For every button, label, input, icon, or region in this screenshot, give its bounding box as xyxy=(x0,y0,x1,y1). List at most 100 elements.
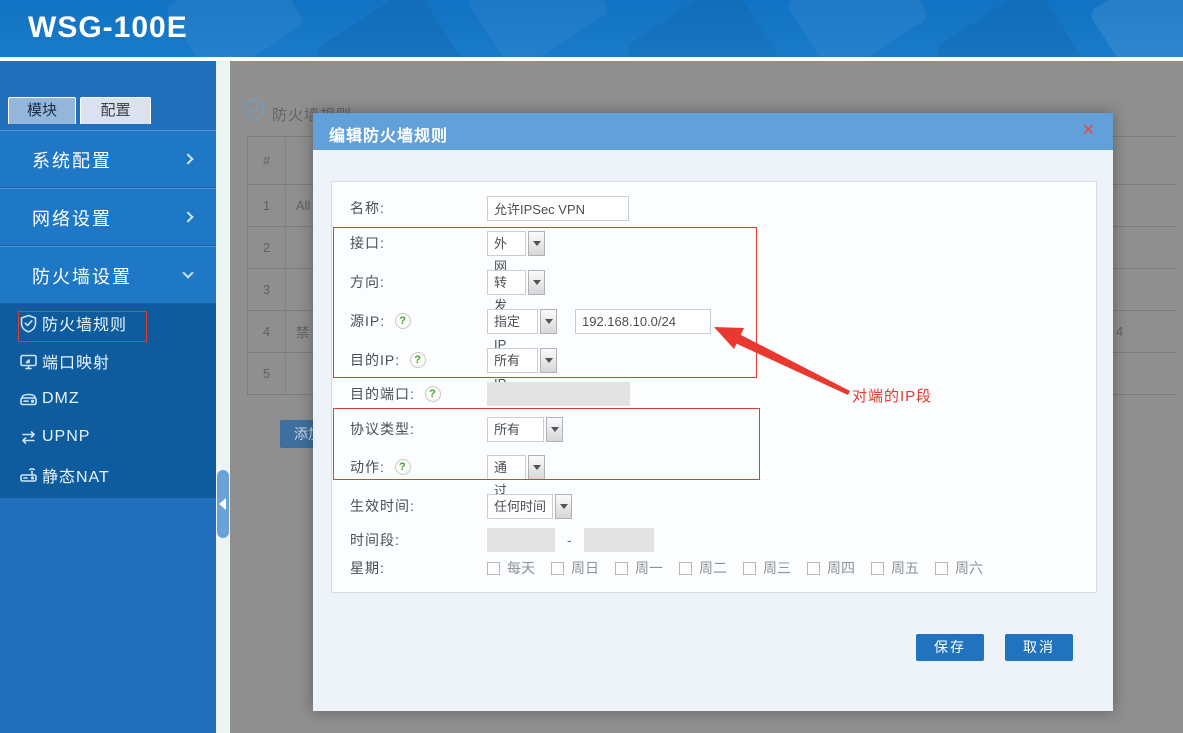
field-row-weekdays: 星期: 每天 周日 周一 周二 周三 周四 周五 周六 xyxy=(350,555,999,581)
sidebar-submenu: 防火墙规则 端口映射 DMZ xyxy=(0,304,216,498)
field-row-direction: 方向: 转发 xyxy=(350,269,545,295)
sidebar-section-system-config[interactable]: 系统配置 xyxy=(0,130,216,188)
tab-modules[interactable]: 模块 xyxy=(8,97,76,124)
help-icon[interactable]: ? xyxy=(425,386,441,402)
row-number: 5 xyxy=(248,353,286,394)
weekday-label: 周三 xyxy=(763,558,791,578)
close-icon[interactable]: ✕ xyxy=(1082,122,1095,140)
field-row-source-ip: 源IP: ? 指定IP xyxy=(350,308,711,334)
weekday-label: 周六 xyxy=(955,558,983,578)
protocol-select[interactable]: 所有 xyxy=(487,417,563,442)
sidebar-item-port-mapping[interactable]: 端口映射 xyxy=(0,342,216,380)
header-decoration xyxy=(465,0,610,59)
checkbox-icon xyxy=(743,562,756,575)
chevron-down-icon xyxy=(182,267,193,278)
sidebar-section-network-settings[interactable]: 网络设置 xyxy=(0,188,216,246)
tab-config[interactable]: 配置 xyxy=(80,97,151,124)
weekday-checkbox-sunday: 周日 xyxy=(551,558,599,578)
rule-name: 禁 xyxy=(296,311,309,352)
table-header-number: # xyxy=(248,137,286,184)
action-select[interactable]: 通过 xyxy=(487,455,545,480)
app-logo: WSG-100E xyxy=(28,11,188,45)
dropdown-arrow-icon xyxy=(546,417,563,442)
field-label: 方向: xyxy=(350,272,487,292)
dest-port-input xyxy=(487,382,630,406)
field-row-protocol: 协议类型: 所有 xyxy=(350,416,563,442)
field-row-dest-port: 目的端口: ? xyxy=(350,381,630,407)
chevron-right-icon xyxy=(182,153,193,164)
field-label: 源IP: ? xyxy=(350,311,487,331)
field-label: 协议类型: xyxy=(350,419,487,439)
cancel-button[interactable]: 取消 xyxy=(1005,634,1073,661)
device-icon xyxy=(19,390,38,409)
field-row-effective-time: 生效时间: 任何时间 xyxy=(350,493,572,519)
interface-select[interactable]: 外网 xyxy=(487,231,545,256)
source-ip-input[interactable] xyxy=(575,309,711,334)
header-decoration xyxy=(785,0,930,59)
checkbox-icon xyxy=(871,562,884,575)
sidebar-item-label: 防火墙规则 xyxy=(42,311,127,335)
help-icon[interactable]: ? xyxy=(395,313,411,329)
sidebar-item-upnp[interactable]: UPNP xyxy=(0,418,216,456)
select-value: 所有 xyxy=(487,417,544,442)
row-number: 2 xyxy=(248,227,286,268)
weekday-checkbox-saturday: 周六 xyxy=(935,558,983,578)
field-row-action: 动作: ? 通过 xyxy=(350,454,545,480)
app-header: WSG-100E xyxy=(0,0,1183,59)
dropdown-arrow-icon xyxy=(555,494,572,519)
dropdown-arrow-icon xyxy=(528,231,545,256)
sidebar-item-label: DMZ xyxy=(42,390,80,408)
rule-cell-value: 4 xyxy=(1116,311,1123,352)
weekday-label: 周五 xyxy=(891,558,919,578)
weekday-checkbox-tuesday: 周二 xyxy=(679,558,727,578)
sidebar-section-label: 网络设置 xyxy=(32,205,112,231)
weekday-label: 周日 xyxy=(571,558,599,578)
name-input[interactable] xyxy=(487,196,629,221)
sidebar-item-label: 端口映射 xyxy=(42,349,110,373)
checkbox-icon xyxy=(807,562,820,575)
source-ip-type-select[interactable]: 指定IP xyxy=(487,309,557,334)
select-value: 外网 xyxy=(487,231,526,256)
help-icon[interactable]: ? xyxy=(395,459,411,475)
sidebar-item-static-nat[interactable]: 静态NAT xyxy=(0,456,216,494)
select-value: 通过 xyxy=(487,455,526,480)
dest-ip-type-select[interactable]: 所有IP xyxy=(487,348,557,373)
sidebar-item-dmz[interactable]: DMZ xyxy=(0,380,216,418)
field-label: 接口: xyxy=(350,233,487,253)
help-icon[interactable]: ? xyxy=(410,352,426,368)
sidebar-section-label: 系统配置 xyxy=(32,147,112,173)
weekday-checkbox-wednesday: 周三 xyxy=(743,558,791,578)
dropdown-arrow-icon xyxy=(540,348,557,373)
chevron-right-icon xyxy=(182,211,193,222)
sidebar-section-firewall-settings[interactable]: 防火墙设置 xyxy=(0,246,216,304)
select-value: 所有IP xyxy=(487,348,538,373)
weekday-checkbox-friday: 周五 xyxy=(871,558,919,578)
select-value: 任何时间 xyxy=(487,494,553,519)
select-value: 指定IP xyxy=(487,309,538,334)
time-end-input xyxy=(584,528,654,552)
sidebar-collapse-handle[interactable] xyxy=(217,470,229,538)
row-number: 3 xyxy=(248,269,286,310)
direction-select[interactable]: 转发 xyxy=(487,270,545,295)
header-decoration xyxy=(314,0,466,59)
save-button[interactable]: 保存 xyxy=(916,634,984,661)
select-value: 转发 xyxy=(487,270,526,295)
checkbox-icon xyxy=(487,562,500,575)
time-start-input xyxy=(487,528,555,552)
effective-time-select[interactable]: 任何时间 xyxy=(487,494,572,519)
router-icon xyxy=(19,466,38,485)
field-label: 时间段: xyxy=(350,530,487,550)
weekday-label: 周二 xyxy=(699,558,727,578)
weekday-label: 周一 xyxy=(635,558,663,578)
dropdown-arrow-icon xyxy=(528,455,545,480)
edit-firewall-rule-dialog: 编辑防火墙规则 ✕ 名称: 接口: 外网 方向: 转发 xyxy=(313,113,1113,711)
dropdown-arrow-icon xyxy=(528,270,545,295)
field-row-name: 名称: xyxy=(350,195,629,221)
row-number: 4 xyxy=(248,311,286,352)
field-label-text: 动作: xyxy=(350,457,385,477)
sidebar-item-firewall-rules[interactable]: 防火墙规则 xyxy=(0,304,216,342)
field-label-text: 源IP: xyxy=(350,311,385,331)
field-row-dest-ip: 目的IP: ? 所有IP xyxy=(350,347,557,373)
field-label: 生效时间: xyxy=(350,496,487,516)
weekday-checkbox-everyday: 每天 xyxy=(487,558,535,578)
